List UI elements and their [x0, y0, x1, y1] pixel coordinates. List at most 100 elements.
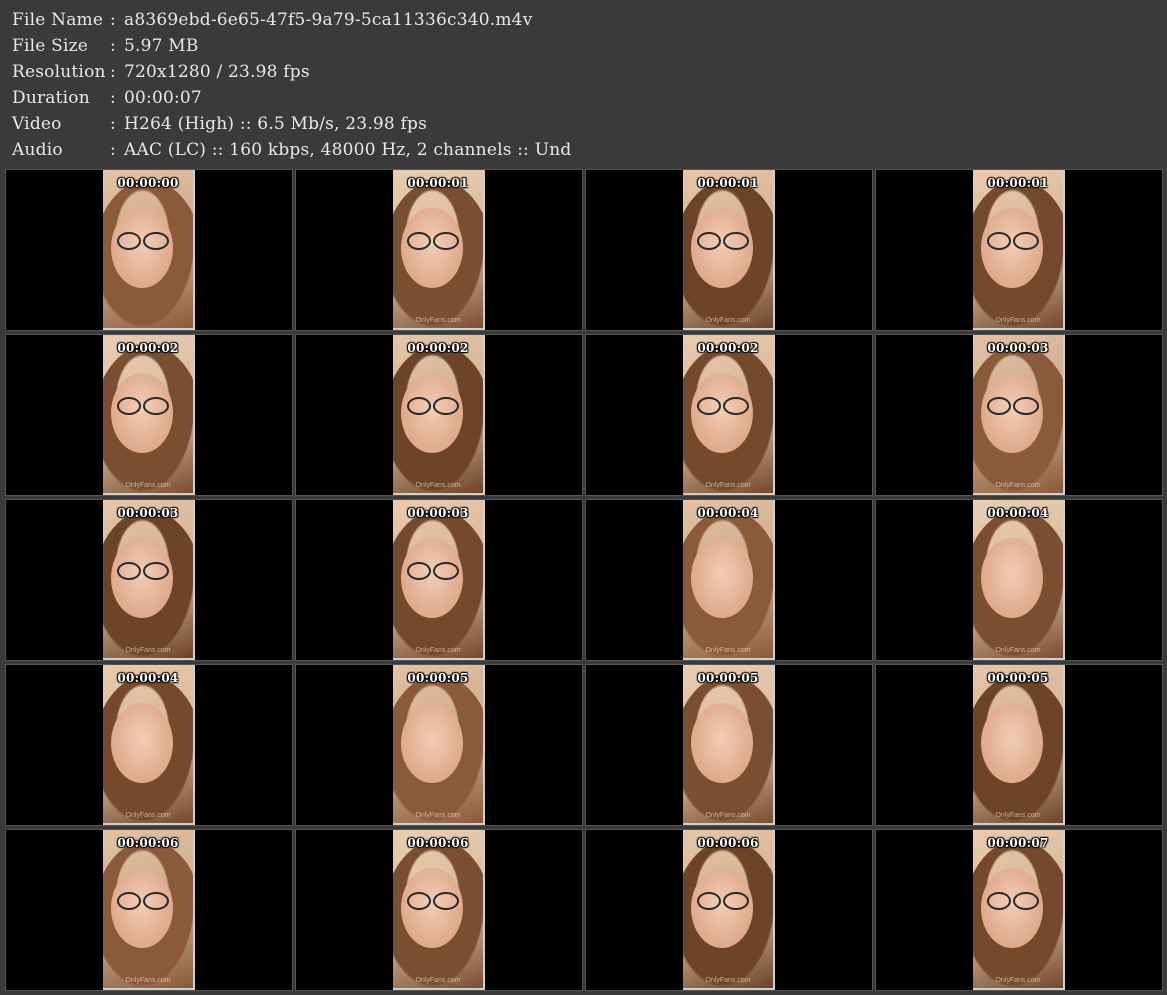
info-value-duration: 00:00:07: [124, 88, 202, 108]
thumbnail-cell[interactable]: OnlyFans.com 00:00:02: [585, 334, 873, 496]
frame-glasses-lens: [697, 892, 721, 910]
frame-glasses-lens: [987, 892, 1011, 910]
thumbnail-cell[interactable]: OnlyFans.com 00:00:01: [585, 169, 873, 331]
frame-timestamp: 00:00:02: [117, 341, 179, 355]
info-value-file-size: 5.97 MB: [124, 36, 199, 56]
video-frame-thumbnail: OnlyFans.com 00:00:05: [973, 665, 1065, 825]
thumbnail-cell[interactable]: OnlyFans.com 00:00:03: [875, 334, 1163, 496]
video-frame-thumbnail: OnlyFans.com 00:00:01: [393, 170, 485, 330]
frame-face-shape: [111, 703, 173, 783]
video-frame-thumbnail: OnlyFans.com 00:00:03: [103, 500, 195, 660]
frame-timestamp: 00:00:06: [407, 836, 469, 850]
thumbnail-cell[interactable]: OnlyFans.com 00:00:04: [875, 499, 1163, 661]
video-frame-thumbnail: OnlyFans.com 00:00:03: [973, 335, 1065, 495]
info-label: Audio: [12, 140, 63, 160]
thumbnail-cell[interactable]: OnlyFans.com 00:00:05: [295, 664, 583, 826]
frame-face-shape: [691, 538, 753, 618]
frame-glasses-lens: [433, 892, 459, 910]
thumbnail-cell[interactable]: OnlyFans.com 00:00:06: [295, 829, 583, 991]
video-frame-thumbnail: OnlyFans.com 00:00:02: [683, 335, 775, 495]
frame-watermark: OnlyFans.com: [125, 482, 171, 489]
info-separator: :: [110, 10, 116, 30]
thumbnail-cell[interactable]: OnlyFans.com 00:00:07: [875, 829, 1163, 991]
video-frame-thumbnail: OnlyFans.com 00:00:02: [393, 335, 485, 495]
frame-timestamp: 00:00:06: [117, 836, 179, 850]
frame-glasses-lens: [407, 892, 431, 910]
frame-glasses-lens: [697, 397, 721, 415]
frame-watermark: OnlyFans.com: [705, 647, 751, 654]
video-frame-thumbnail: OnlyFans.com 00:00:04: [683, 500, 775, 660]
video-frame-thumbnail: OnlyFans.com 00:00:01: [973, 170, 1065, 330]
frame-watermark: OnlyFans.com: [125, 812, 171, 819]
frame-glasses-lens: [987, 232, 1011, 250]
thumbnail-cell[interactable]: OnlyFans.com 00:00:04: [5, 664, 293, 826]
thumbnail-cell[interactable]: OnlyFans.com 00:00:02: [5, 334, 293, 496]
frame-timestamp: 00:00:07: [987, 836, 1049, 850]
video-frame-thumbnail: OnlyFans.com 00:00:07: [973, 830, 1065, 990]
frame-timestamp: 00:00:03: [987, 341, 1049, 355]
frame-watermark: OnlyFans.com: [415, 812, 461, 819]
video-frame-thumbnail: OnlyFans.com 00:00:02: [103, 335, 195, 495]
info-label: Video: [12, 114, 62, 134]
frame-timestamp: 00:00:03: [407, 506, 469, 520]
frame-glasses-lens: [117, 562, 141, 580]
thumbnail-cell[interactable]: 00:00:00: [5, 169, 293, 331]
frame-glasses-lens: [987, 397, 1011, 415]
frame-glasses-lens: [143, 892, 169, 910]
info-separator: :: [110, 114, 116, 134]
thumbnail-cell[interactable]: OnlyFans.com 00:00:05: [585, 664, 873, 826]
video-frame-thumbnail: OnlyFans.com 00:00:06: [393, 830, 485, 990]
frame-glasses-lens: [407, 562, 431, 580]
frame-timestamp: 00:00:00: [117, 176, 179, 190]
info-value-audio: AAC (LC) :: 160 kbps, 48000 Hz, 2 channe…: [124, 140, 572, 160]
frame-timestamp: 00:00:02: [407, 341, 469, 355]
frame-watermark: OnlyFans.com: [705, 977, 751, 984]
info-row-duration: Duration : 00:00:07: [12, 85, 202, 111]
info-row-audio: Audio : AAC (LC) :: 160 kbps, 48000 Hz, …: [12, 137, 571, 163]
frame-timestamp: 00:00:04: [697, 506, 759, 520]
info-label: File Name: [12, 10, 104, 30]
frame-face-shape: [401, 703, 463, 783]
frame-glasses-lens: [1013, 232, 1039, 250]
info-row-resolution: Resolution : 720x1280 / 23.98 fps: [12, 59, 310, 85]
frame-glasses-lens: [433, 562, 459, 580]
frame-face-shape: [691, 703, 753, 783]
frame-watermark: OnlyFans.com: [995, 482, 1041, 489]
frame-glasses-lens: [117, 397, 141, 415]
info-label: File Size: [12, 36, 89, 56]
frame-watermark: OnlyFans.com: [705, 812, 751, 819]
frame-glasses-lens: [1013, 397, 1039, 415]
video-frame-thumbnail: OnlyFans.com 00:00:03: [393, 500, 485, 660]
frame-glasses-lens: [117, 892, 141, 910]
frame-watermark: OnlyFans.com: [705, 482, 751, 489]
frame-glasses-lens: [433, 232, 459, 250]
frame-watermark: OnlyFans.com: [125, 647, 171, 654]
thumbnail-cell[interactable]: OnlyFans.com 00:00:06: [5, 829, 293, 991]
video-frame-thumbnail: OnlyFans.com 00:00:01: [683, 170, 775, 330]
video-frame-thumbnail: 00:00:00: [103, 170, 195, 330]
thumbnail-cell[interactable]: OnlyFans.com 00:00:03: [295, 499, 583, 661]
info-separator: :: [110, 36, 116, 56]
thumbnail-cell[interactable]: OnlyFans.com 00:00:01: [295, 169, 583, 331]
thumbnail-cell[interactable]: OnlyFans.com 00:00:06: [585, 829, 873, 991]
info-row-file-size: File Size : 5.97 MB: [12, 33, 199, 59]
thumbnail-cell[interactable]: OnlyFans.com 00:00:01: [875, 169, 1163, 331]
frame-watermark: OnlyFans.com: [415, 482, 461, 489]
frame-watermark: OnlyFans.com: [995, 812, 1041, 819]
thumbnail-cell[interactable]: OnlyFans.com 00:00:05: [875, 664, 1163, 826]
video-frame-thumbnail: OnlyFans.com 00:00:05: [393, 665, 485, 825]
frame-timestamp: 00:00:05: [407, 671, 469, 685]
thumbnail-cell[interactable]: OnlyFans.com 00:00:02: [295, 334, 583, 496]
frame-watermark: OnlyFans.com: [995, 977, 1041, 984]
frame-glasses-lens: [723, 892, 749, 910]
frame-watermark: OnlyFans.com: [995, 317, 1041, 324]
thumbnail-cell[interactable]: OnlyFans.com 00:00:03: [5, 499, 293, 661]
frame-timestamp: 00:00:01: [407, 176, 469, 190]
info-row-file-name: File Name : a8369ebd-6e65-47f5-9a79-5ca1…: [12, 7, 533, 33]
info-separator: :: [110, 88, 116, 108]
frame-timestamp: 00:00:04: [987, 506, 1049, 520]
thumbnail-cell[interactable]: OnlyFans.com 00:00:04: [585, 499, 873, 661]
frame-watermark: OnlyFans.com: [415, 317, 461, 324]
frame-glasses-lens: [697, 232, 721, 250]
frame-face-shape: [981, 703, 1043, 783]
